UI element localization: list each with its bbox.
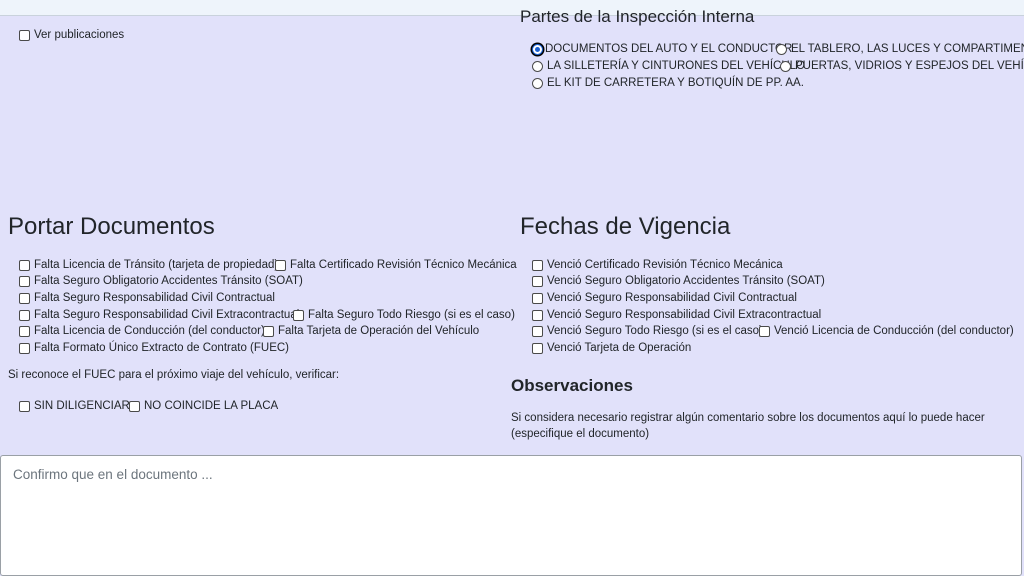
checkbox-label: Venció Tarjeta de Operación <box>547 342 692 354</box>
checkbox-box[interactable] <box>19 309 30 321</box>
checkbox-box[interactable] <box>275 259 286 271</box>
checkbox-box[interactable] <box>19 29 30 41</box>
checkbox-label: Venció Seguro Obligatorio Accidentes Trá… <box>547 275 825 287</box>
checkbox-label: Falta Formato Único Extracto de Contrato… <box>34 342 289 354</box>
checkbox-label: Falta Licencia de Conducción (del conduc… <box>34 325 265 337</box>
radio-indicator[interactable] <box>780 60 791 72</box>
checkbox-box[interactable] <box>532 325 543 337</box>
checkbox-label: Venció Licencia de Conducción (del condu… <box>774 325 1014 337</box>
checkbox-box[interactable] <box>263 325 274 337</box>
radio-label: LA SILLETERÍA Y CINTURONES DEL VEHÍCULO <box>547 60 805 72</box>
radio-label: DOCUMENTOS DEL AUTO Y EL CONDUCTOR <box>545 43 793 55</box>
radio-indicator[interactable] <box>532 60 543 72</box>
ver-publicaciones-label: Ver publicaciones <box>34 29 125 41</box>
checkbox-label: NO COINCIDE LA PLACA <box>144 400 279 412</box>
observaciones-textarea[interactable] <box>0 455 1022 576</box>
checkbox-label: Falta Tarjeta de Operación del Vehículo <box>278 325 480 337</box>
portar-checkbox-todo-riesgo[interactable]: Falta Seguro Todo Riesgo (si es el caso) <box>293 308 515 322</box>
fechas-checkbox-todo-riesgo[interactable]: Venció Seguro Todo Riesgo (si es el caso… <box>532 324 763 338</box>
fechas-vigencia-title: Fechas de Vigencia <box>520 213 731 240</box>
checkbox-label: Falta Seguro Obligatorio Accidentes Trán… <box>34 275 303 287</box>
checkbox-label: Falta Seguro Responsabilidad Civil Contr… <box>34 292 275 304</box>
ver-publicaciones-checkbox[interactable]: Ver publicaciones <box>19 28 124 42</box>
fuec-note: Si reconoce el FUEC para el próximo viaj… <box>8 369 340 381</box>
checkbox-label: Falta Seguro Todo Riesgo (si es el caso) <box>308 309 515 321</box>
observaciones-note: Si considera necesario registrar algún c… <box>511 412 985 440</box>
portar-checkbox-revision-tecnico[interactable]: Falta Certificado Revisión Técnico Mecán… <box>275 258 517 272</box>
checkbox-label: Falta Seguro Responsabilidad Civil Extra… <box>34 309 300 321</box>
checkbox-label: Venció Seguro Responsabilidad Civil Extr… <box>547 309 822 321</box>
portar-checkbox-rc-contractual[interactable]: Falta Seguro Responsabilidad Civil Contr… <box>19 291 275 305</box>
radio-puertas-vidrios[interactable]: PUERTAS, VIDRIOS Y ESPEJOS DEL VEHÍCULO <box>780 59 1024 73</box>
radio-selected-indicator[interactable] <box>532 43 543 55</box>
checkbox-box[interactable] <box>19 400 30 412</box>
checkbox-box[interactable] <box>759 325 770 337</box>
checkbox-label: Venció Certificado Revisión Técnico Mecá… <box>547 259 783 271</box>
fechas-checkbox-rc-contractual[interactable]: Venció Seguro Responsabilidad Civil Cont… <box>532 291 797 305</box>
checkbox-label: Falta Licencia de Tránsito (tarjeta de p… <box>34 259 279 271</box>
fuec-checkbox-no-coincide-placa[interactable]: NO COINCIDE LA PLACA <box>129 399 278 413</box>
portar-checkbox-soat[interactable]: Falta Seguro Obligatorio Accidentes Trán… <box>19 274 303 288</box>
fechas-checkbox-licencia-conduccion[interactable]: Venció Licencia de Conducción (del condu… <box>759 324 1014 338</box>
portar-checkbox-licencia-transito[interactable]: Falta Licencia de Tránsito (tarjeta de p… <box>19 258 278 272</box>
checkbox-box[interactable] <box>19 342 30 354</box>
portar-checkbox-tarjeta-operacion[interactable]: Falta Tarjeta de Operación del Vehículo <box>263 324 479 338</box>
radio-kit-carretera[interactable]: EL KIT DE CARRETERA Y BOTIQUÍN DE PP. AA… <box>532 76 804 90</box>
checkbox-label: Venció Seguro Todo Riesgo (si es el caso… <box>547 325 763 337</box>
radio-indicator[interactable] <box>776 43 787 55</box>
radio-tablero-luces[interactable]: EL TABLERO, LAS LUCES Y COMPARTIMENTOS <box>776 42 1024 56</box>
checkbox-box[interactable] <box>532 259 543 271</box>
radio-indicator[interactable] <box>532 77 543 89</box>
checkbox-box[interactable] <box>532 292 543 304</box>
top-bar <box>0 0 1024 16</box>
fechas-checkbox-revision-tecnico[interactable]: Venció Certificado Revisión Técnico Mecá… <box>532 258 783 272</box>
fechas-checkbox-rc-extracontractual[interactable]: Venció Seguro Responsabilidad Civil Extr… <box>532 308 821 322</box>
fechas-checkbox-soat[interactable]: Venció Seguro Obligatorio Accidentes Trá… <box>532 274 825 288</box>
portar-checkbox-licencia-conduccion[interactable]: Falta Licencia de Conducción (del conduc… <box>19 324 265 338</box>
checkbox-label: Falta Certificado Revisión Técnico Mecán… <box>290 259 517 271</box>
fuec-checkbox-sin-diligenciar[interactable]: SIN DILIGENCIAR <box>19 399 130 413</box>
portar-checkbox-fuec[interactable]: Falta Formato Único Extracto de Contrato… <box>19 341 289 355</box>
checkbox-box[interactable] <box>532 275 543 287</box>
portar-checkbox-rc-extracontractual[interactable]: Falta Seguro Responsabilidad Civil Extra… <box>19 308 299 322</box>
checkbox-box[interactable] <box>293 309 304 321</box>
checkbox-box[interactable] <box>19 275 30 287</box>
checkbox-label: SIN DILIGENCIAR <box>34 400 130 412</box>
checkbox-box[interactable] <box>19 292 30 304</box>
radio-label: EL KIT DE CARRETERA Y BOTIQUÍN DE PP. AA… <box>547 77 804 89</box>
checkbox-label: Venció Seguro Responsabilidad Civil Cont… <box>547 292 797 304</box>
portar-documentos-title: Portar Documentos <box>8 213 215 240</box>
radio-silleteria[interactable]: LA SILLETERÍA Y CINTURONES DEL VEHÍCULO <box>532 59 805 73</box>
radio-label: PUERTAS, VIDRIOS Y ESPEJOS DEL VEHÍCULO <box>795 60 1024 72</box>
partes-title: Partes de la Inspección Interna <box>520 7 755 26</box>
radio-label: EL TABLERO, LAS LUCES Y COMPARTIMENTOS <box>791 43 1024 55</box>
fechas-checkbox-tarjeta-operacion[interactable]: Venció Tarjeta de Operación <box>532 341 691 355</box>
checkbox-box[interactable] <box>19 259 30 271</box>
checkbox-box[interactable] <box>129 400 140 412</box>
observaciones-title: Observaciones <box>511 376 633 395</box>
checkbox-box[interactable] <box>532 342 543 354</box>
radio-documentos-auto[interactable]: DOCUMENTOS DEL AUTO Y EL CONDUCTOR <box>532 42 792 56</box>
checkbox-box[interactable] <box>532 309 543 321</box>
checkbox-box[interactable] <box>19 325 30 337</box>
